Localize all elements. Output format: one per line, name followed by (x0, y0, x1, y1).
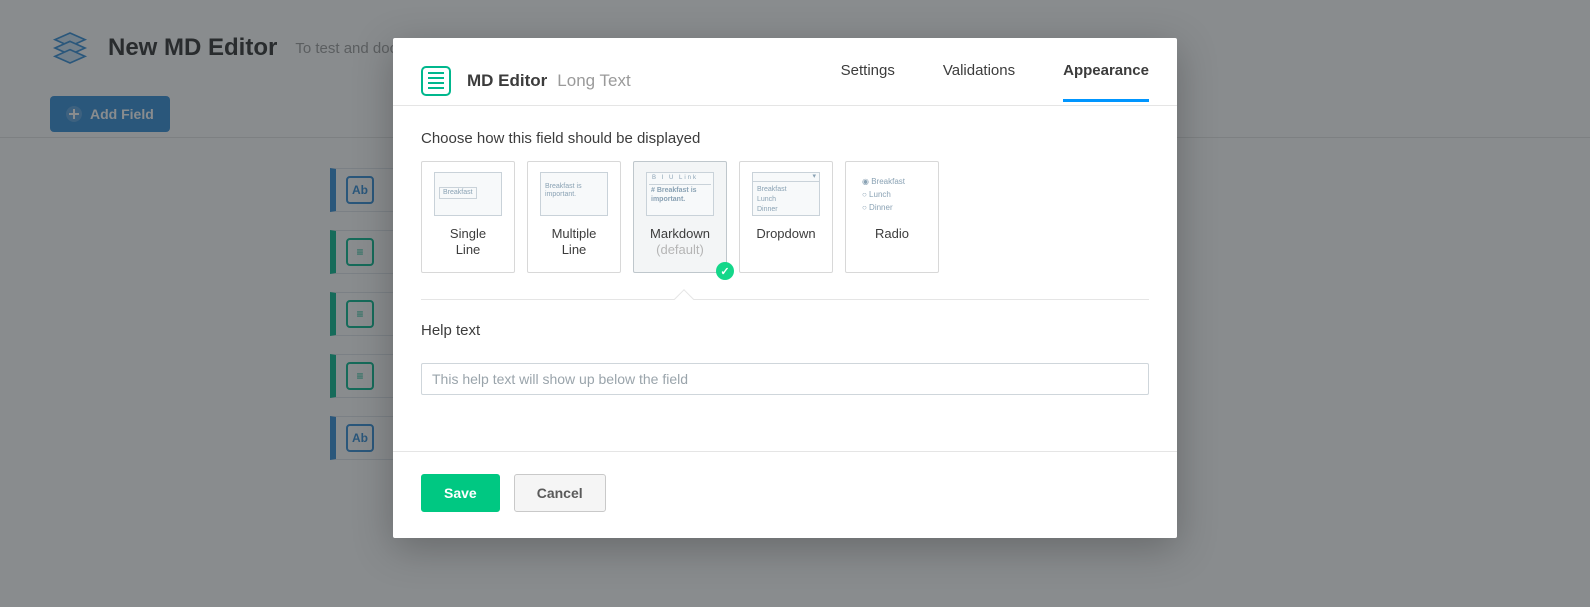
display-option-label: MultipleLine (552, 226, 597, 259)
section-pointer-icon (674, 289, 694, 309)
modal-body: Choose how this field should be displaye… (393, 106, 1177, 405)
display-option-label: Markdown (default) (650, 226, 710, 259)
display-option-dropdown[interactable]: ▾ BreakfastLunchDinner Dropdown (739, 161, 833, 273)
field-settings-modal: MD Editor Long Text Settings Validations… (393, 38, 1177, 538)
display-option-markdown[interactable]: B I U Link # Breakfast is important. Mar… (633, 161, 727, 273)
single-line-preview: Breakfast (434, 172, 502, 216)
modal-header: MD Editor Long Text Settings Validations… (393, 38, 1177, 106)
display-option-label: SingleLine (450, 226, 486, 259)
display-option-label: Dropdown (756, 226, 815, 242)
save-button[interactable]: Save (421, 474, 500, 512)
markdown-preview: B I U Link # Breakfast is important. (646, 172, 714, 216)
dropdown-preview: ▾ BreakfastLunchDinner (752, 172, 820, 216)
help-text-section: Help text (421, 299, 1149, 395)
radio-preview: ◉ Breakfast○ Lunch○ Dinner (858, 172, 926, 216)
modal-title: MD Editor (467, 71, 547, 91)
tab-settings[interactable]: Settings (841, 56, 895, 102)
help-text-label: Help text (421, 322, 1149, 339)
long-text-icon (421, 66, 451, 96)
tab-validations[interactable]: Validations (943, 56, 1015, 102)
modal-tabs: Settings Validations Appearance (841, 56, 1149, 105)
help-text-input[interactable] (421, 363, 1149, 395)
display-option-multiple-line[interactable]: Breakfast is important. MultipleLine (527, 161, 621, 273)
display-option-label: Radio (875, 226, 909, 242)
display-option-radio[interactable]: ◉ Breakfast○ Lunch○ Dinner Radio (845, 161, 939, 273)
tab-appearance[interactable]: Appearance (1063, 56, 1149, 102)
multiple-line-preview: Breakfast is important. (540, 172, 608, 216)
display-options: Breakfast SingleLine Breakfast is import… (421, 161, 1149, 273)
display-option-single-line[interactable]: Breakfast SingleLine (421, 161, 515, 273)
modal-subtitle: Long Text (557, 71, 630, 91)
check-icon: ✓ (716, 262, 734, 280)
display-section-label: Choose how this field should be displaye… (421, 130, 1149, 147)
cancel-button[interactable]: Cancel (514, 474, 606, 512)
modal-footer: Save Cancel (393, 451, 1177, 538)
